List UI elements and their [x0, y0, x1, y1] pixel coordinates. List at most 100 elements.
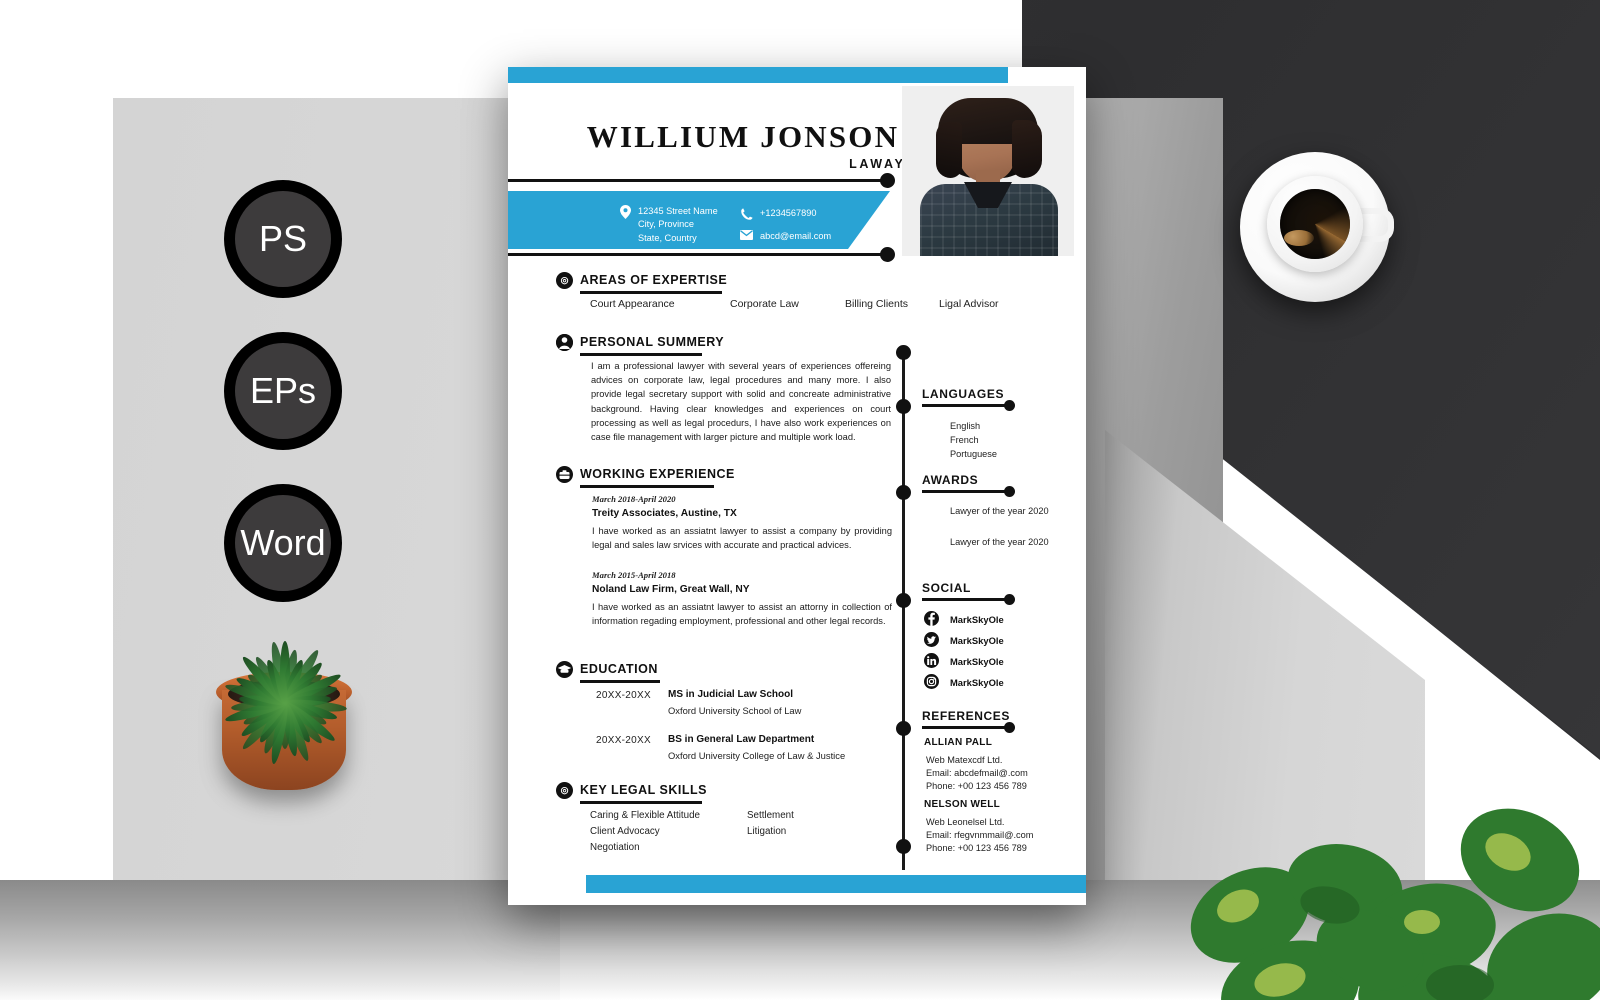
language-item-1: French: [950, 435, 979, 445]
coffee-cup-photo: [1240, 152, 1394, 302]
twitter-icon[interactable]: [924, 632, 939, 647]
skill-item-2: Negotiation: [590, 842, 640, 853]
divider-top-dot: [880, 173, 895, 188]
section-education-underline: [580, 680, 660, 683]
section-summary-underline: [580, 353, 702, 356]
page-title: WILLIUM JONSON: [586, 119, 900, 154]
sidebar-awards-title: AWARDS: [922, 473, 979, 487]
award-item-0: Lawyer of the year 2020: [950, 506, 1049, 516]
reference-email-0: Email: abcdefmail@.com: [926, 768, 1028, 778]
summary-text: I am a professional lawyer with several …: [591, 361, 891, 443]
format-badge-eps[interactable]: EPs: [224, 332, 342, 450]
sidebar-awards-underline-dot: [1004, 486, 1015, 497]
expertise-item-3: Ligal Advisor: [939, 298, 999, 310]
sidebar-references-underline-dot: [1004, 722, 1015, 733]
timeline-dot-languages: [896, 399, 911, 414]
graduation-cap-icon: [556, 661, 573, 678]
sidebar-awards-underline: [922, 490, 1008, 493]
coffee-crema: [1280, 189, 1350, 259]
divider-top: [508, 179, 886, 182]
reference-company-1: Web Leonelsel Ltd.: [926, 817, 1005, 827]
coffee-foam: [1284, 230, 1314, 246]
section-education-title: EDUCATION: [580, 662, 658, 676]
timeline-dot-social: [896, 593, 911, 608]
education-degree-0: MS in Judicial Law School: [668, 689, 794, 700]
photo-hair-right: [1012, 120, 1042, 178]
reference-phone-1: Phone: +00 123 456 789: [926, 843, 1027, 853]
contact-address-line3: State, Country: [638, 232, 697, 243]
language-item-0: English: [950, 421, 981, 431]
expertise-item-0: Court Appearance: [590, 298, 675, 310]
timeline-line: [902, 352, 905, 870]
section-experience-title: WORKING EXPERIENCE: [580, 467, 735, 481]
photo-hair-left: [936, 122, 962, 178]
format-badge-ps-label: PS: [235, 191, 331, 287]
format-badge-word-label: Word: [235, 495, 331, 591]
target-icon: ◎: [556, 272, 573, 289]
briefcase-icon: [556, 466, 573, 483]
divider-bottom-dot: [880, 247, 895, 262]
education-school-0: Oxford University School of Law: [668, 705, 802, 716]
reference-name-1: NELSON WELL: [924, 799, 1001, 810]
format-badge-ps[interactable]: PS: [224, 180, 342, 298]
instagram-icon[interactable]: [924, 674, 939, 689]
phone-icon: [741, 208, 753, 220]
social-handle-2[interactable]: MarkSkyOle: [950, 656, 1004, 667]
education-school-1: Oxford University College of Law & Justi…: [668, 750, 846, 761]
job-company-1: Noland Law Firm, Great Wall, NY: [592, 584, 750, 595]
sidebar-social-underline-dot: [1004, 594, 1015, 605]
timeline-dot-top: [896, 345, 911, 360]
education-years-0: 20XX-20XX: [596, 690, 651, 701]
envelope-icon: [740, 230, 753, 240]
timeline-dot-references: [896, 721, 911, 736]
social-handle-1[interactable]: MarkSkyOle: [950, 635, 1004, 646]
skill-item-0: Caring & Flexible Attitude: [590, 810, 700, 821]
education-years-1: 20XX-20XX: [596, 735, 651, 746]
job-desc-0: I have worked as an assiatnt lawyer to a…: [592, 526, 892, 551]
format-badge-eps-label: EPs: [235, 343, 331, 439]
education-degree-1: BS in General Law Department: [668, 734, 815, 745]
section-skills-underline: [580, 801, 702, 804]
person-icon-glyph: [556, 334, 573, 351]
linkedin-icon[interactable]: [924, 653, 939, 668]
contact-phone: +1234567890: [760, 208, 817, 218]
expertise-item-1: Corporate Law: [730, 298, 799, 310]
sidebar-languages-underline-dot: [1004, 400, 1015, 411]
facebook-icon[interactable]: [924, 611, 939, 626]
timeline-dot-awards: [896, 485, 911, 500]
reference-name-0: ALLIAN PALL: [924, 737, 993, 748]
contact-label: CONTACT: [550, 83, 616, 97]
sidebar-social-underline: [922, 598, 1008, 601]
contact-address-line1: 12345 Street Name: [638, 206, 718, 216]
section-expertise-title: AREAS OF EXPERTISE: [580, 273, 728, 287]
profile-photo: [902, 86, 1074, 256]
skill-item-1: Client Advocacy: [590, 826, 660, 837]
format-badge-word[interactable]: Word: [224, 484, 342, 602]
expertise-item-2: Billing Clients: [845, 298, 909, 310]
sidebar-languages-title: LANGUAGES: [922, 387, 1005, 401]
language-item-2: Portuguese: [950, 449, 997, 459]
pothos-plant-photo: [1190, 808, 1600, 1000]
job-desc-1: I have worked as an assiatnt lawyer to a…: [592, 602, 892, 627]
job-date-0: March 2018-April 2020: [592, 494, 676, 504]
award-item-1: Lawyer of the year 2020: [950, 537, 1049, 547]
top-accent-bar: [508, 67, 1008, 83]
succulent-plant-photo: [218, 636, 352, 770]
reference-email-1: Email: rfegvnmmail@.com: [926, 830, 1034, 840]
contact-email: abcd@email.com: [760, 231, 832, 241]
bottom-accent-bar: [586, 875, 1086, 893]
skill-item-3: Settlement: [747, 810, 794, 821]
sidebar-references-underline: [922, 726, 1008, 729]
social-handle-0[interactable]: MarkSkyOle: [950, 614, 1004, 625]
timeline-dot-bottom: [896, 839, 911, 854]
reference-company-0: Web Matexcdf Ltd.: [926, 755, 1003, 765]
divider-bottom: [508, 253, 886, 256]
scene: PS EPs Word WILLIUM JONSON LAWAYER CONTA…: [0, 0, 1600, 1000]
sidebar-languages-underline: [922, 404, 1008, 407]
contact-address-line2: City, Province: [638, 219, 694, 230]
sidebar-references-title: REFERENCES: [922, 709, 1011, 723]
job-company-0: Treity Associates, Austine, TX: [592, 508, 737, 519]
section-experience-underline: [580, 485, 714, 488]
social-handle-3[interactable]: MarkSkyOle: [950, 677, 1004, 688]
skill-item-4: Litigation: [747, 826, 787, 837]
